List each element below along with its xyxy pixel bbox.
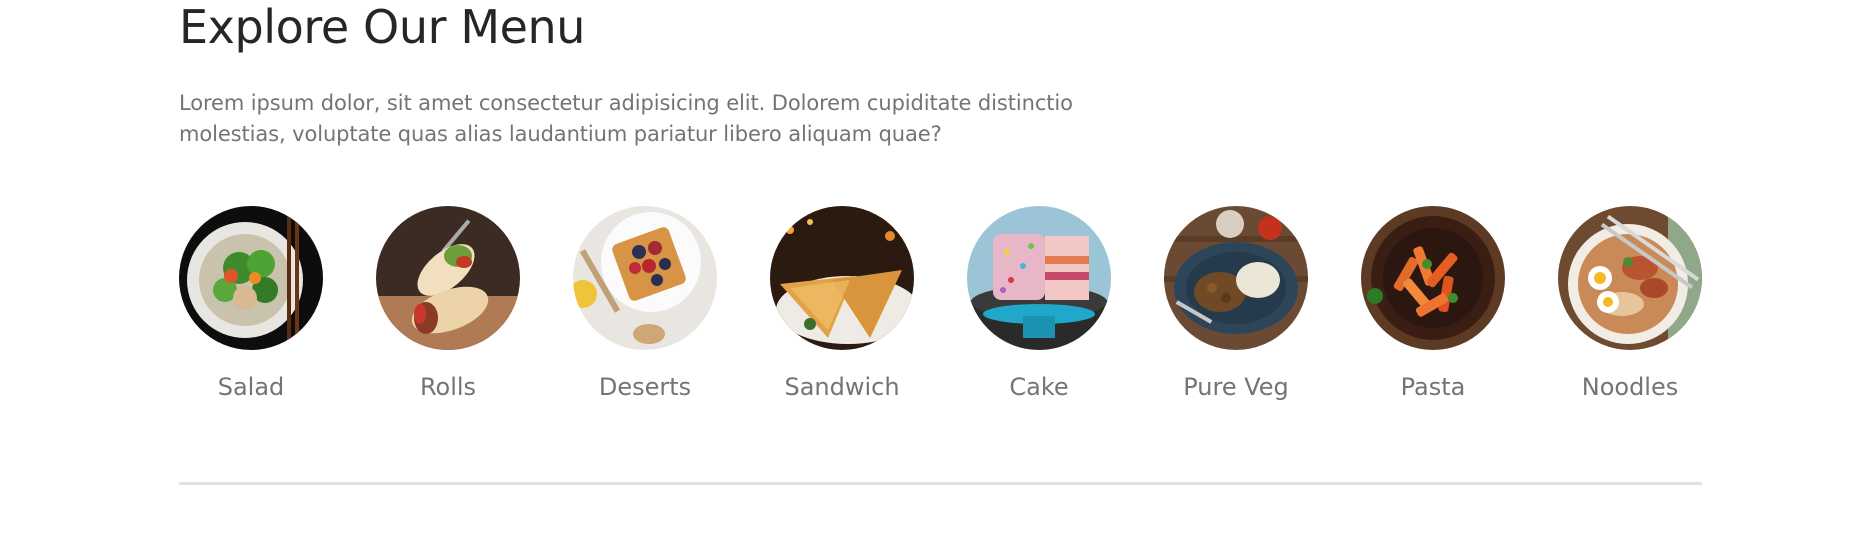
salad-image[interactable] bbox=[179, 206, 323, 350]
noodles-image[interactable] bbox=[1558, 206, 1702, 350]
menu-item-label: Deserts bbox=[598, 373, 692, 401]
menu-category-list: Salad Rolls Deserts Sandwich Cake Pure V… bbox=[179, 206, 1702, 406]
rolls-image[interactable] bbox=[376, 206, 520, 350]
page: Explore Our Menu Lorem ipsum dolor, sit … bbox=[0, 0, 1874, 545]
menu-item-label: Sandwich bbox=[784, 373, 900, 401]
menu-item-deserts[interactable]: Deserts bbox=[573, 206, 717, 401]
deserts-image[interactable] bbox=[573, 206, 717, 350]
cake-image[interactable] bbox=[967, 206, 1111, 350]
menu-item-pure-veg[interactable]: Pure Veg bbox=[1164, 206, 1308, 401]
section-divider bbox=[179, 482, 1702, 485]
pure-veg-image[interactable] bbox=[1164, 206, 1308, 350]
pasta-image[interactable] bbox=[1361, 206, 1505, 350]
menu-item-pasta[interactable]: Pasta bbox=[1361, 206, 1505, 401]
menu-item-sandwich[interactable]: Sandwich bbox=[770, 206, 914, 401]
explore-menu-section: Explore Our Menu Lorem ipsum dolor, sit … bbox=[179, 0, 1702, 401]
menu-item-label: Pasta bbox=[1400, 373, 1466, 401]
menu-item-noodles[interactable]: Noodles bbox=[1558, 206, 1702, 401]
menu-item-cake[interactable]: Cake bbox=[967, 206, 1111, 401]
sandwich-image[interactable] bbox=[770, 206, 914, 350]
menu-item-label: Cake bbox=[1009, 373, 1069, 401]
menu-item-label: Noodles bbox=[1581, 373, 1679, 401]
menu-item-rolls[interactable]: Rolls bbox=[376, 206, 520, 401]
menu-item-label: Rolls bbox=[419, 373, 477, 401]
menu-item-label: Salad bbox=[217, 373, 285, 401]
menu-item-label: Pure Veg bbox=[1183, 373, 1289, 401]
explore-menu-title: Explore Our Menu bbox=[179, 0, 586, 54]
menu-item-salad[interactable]: Salad bbox=[179, 206, 323, 401]
explore-menu-description: Lorem ipsum dolor, sit amet consectetur … bbox=[179, 91, 1073, 146]
